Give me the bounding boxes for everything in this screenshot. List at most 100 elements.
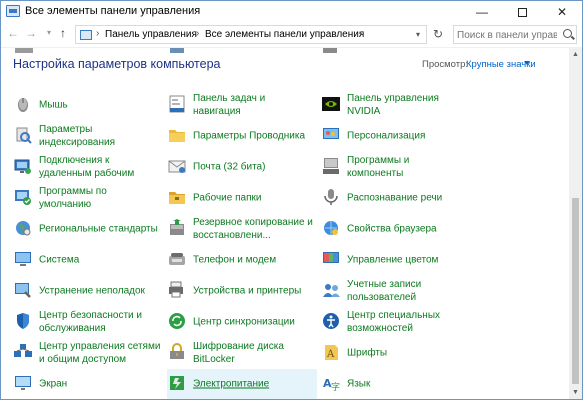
remote-desktop-icon [13, 156, 33, 176]
control-panel-item-label: Мышь [39, 99, 68, 111]
control-panel-item-label: Учетные записи пользователей [347, 279, 422, 303]
scroll-up-button[interactable]: ▲ [569, 48, 582, 61]
control-panel-item[interactable]: Параметры Проводника [167, 121, 317, 151]
control-panel-item[interactable]: Подключения к удаленным рабочим [13, 152, 161, 182]
close-button[interactable]: ✕ [542, 1, 582, 23]
control-panel-icon [80, 30, 92, 40]
system-icon [13, 249, 33, 269]
refresh-button[interactable]: ↻ [429, 25, 447, 44]
language-icon: A字 [321, 373, 341, 393]
bitlocker-icon [167, 342, 187, 362]
control-panel-item[interactable]: Персонализация [321, 121, 471, 151]
power-options-icon [167, 373, 187, 393]
control-panel-item-label: Рабочие папки [193, 192, 262, 204]
control-panel-item-label: Шифрование диска BitLocker [193, 341, 284, 365]
address-bar[interactable]: › Панель управления › Все элементы панел… [75, 25, 427, 44]
breadcrumb-control-panel[interactable]: Панель управления [105, 29, 197, 40]
control-panel-window: Все элементы панели управления — ✕ ← → ▾… [0, 0, 583, 400]
breadcrumb-separator[interactable]: › [359, 28, 362, 39]
address-dropdown-button[interactable]: ▾ [409, 25, 427, 44]
control-panel-item[interactable]: Электропитание [167, 369, 317, 399]
control-panel-item[interactable]: Свойства браузера [321, 214, 471, 244]
control-panel-item-label: Почта (32 бита) [193, 161, 266, 173]
scroll-down-button[interactable]: ▼ [569, 386, 582, 399]
view-by-dropdown-arrow-icon[interactable] [524, 61, 530, 65]
control-panel-item[interactable]: A Шрифты [321, 338, 471, 368]
control-panel-item[interactable]: Резервное копирование и восстановлени... [167, 214, 317, 244]
minimize-button[interactable]: — [462, 1, 502, 23]
forward-button[interactable]: → [23, 25, 39, 41]
speech-icon [321, 187, 341, 207]
control-panel-item[interactable]: Рабочие папки [167, 183, 317, 213]
breadcrumb-separator[interactable]: › [96, 28, 99, 39]
page-title: Настройка параметров компьютера [13, 57, 221, 71]
ease-of-access-icon [321, 311, 341, 331]
control-panel-item-label: Управление цветом [347, 254, 439, 266]
troubleshooting-icon [13, 280, 33, 300]
up-button[interactable]: ↑ [55, 25, 71, 41]
control-panel-item-label: Параметры Проводника [193, 130, 306, 142]
phone-modem-icon [167, 249, 187, 269]
control-panel-item[interactable]: Панель управления NVIDIA [321, 90, 471, 120]
control-panel-item[interactable]: Центр синхронизации [167, 307, 317, 337]
view-by-label: Просмотр: [422, 59, 469, 70]
control-panel-item[interactable]: Параметры индексирования [13, 121, 161, 151]
control-panel-item[interactable]: Панель задач и навигация [167, 90, 317, 120]
maximize-button[interactable] [502, 1, 542, 23]
control-panel-item[interactable]: A 字 Язык [321, 369, 471, 399]
navigation-bar: ← → ▾ ↑ › Панель управления › Все элемен… [1, 23, 582, 45]
search-icon[interactable] [563, 29, 572, 38]
control-panel-item-label: Система [39, 254, 80, 266]
breadcrumb-all-items[interactable]: Все элементы панели управления [205, 29, 364, 40]
fonts-icon: A [321, 342, 341, 362]
control-panel-item[interactable]: Экран [13, 369, 161, 399]
control-panel-item[interactable]: Центр специальных возможностей [321, 307, 471, 337]
control-panel-item[interactable]: Программы по умолчанию [13, 183, 161, 213]
control-panel-item[interactable]: Центр безопасности и обслуживания [13, 307, 161, 337]
content-pane: Настройка параметров компьютера Просмотр… [1, 48, 569, 399]
programs-features-icon [321, 156, 341, 176]
control-panel-item[interactable]: Почта (32 бита) [167, 152, 317, 182]
search-input[interactable] [457, 28, 557, 42]
control-panel-item-label: Язык [347, 378, 371, 390]
svg-text:字: 字 [331, 381, 340, 393]
control-panel-item[interactable]: Шифрование диска BitLocker [167, 338, 317, 368]
taskbar-icon [167, 94, 187, 114]
title-bar: Все элементы панели управления — ✕ [1, 1, 582, 23]
breadcrumb-separator[interactable]: › [196, 28, 199, 39]
control-panel-item[interactable]: Телефон и модем [167, 245, 317, 275]
mail-icon [167, 156, 187, 176]
control-panel-item[interactable]: Устранение неполадок [13, 276, 161, 306]
control-panel-item-label: Центр безопасности и обслуживания [39, 310, 142, 334]
control-panel-item[interactable]: Устройства и принтеры [167, 276, 317, 306]
back-button[interactable]: ← [5, 25, 21, 41]
search-box[interactable] [453, 25, 577, 44]
vertical-scrollbar[interactable]: ▲ ▼ [569, 48, 582, 399]
control-panel-item-label: Программы по умолчанию [39, 186, 107, 210]
control-panel-item[interactable]: Учетные записи пользователей [321, 276, 471, 306]
indexing-icon [13, 125, 33, 145]
window-title: Все элементы панели управления [25, 5, 201, 17]
control-panel-item[interactable]: Система [13, 245, 161, 275]
control-panel-item-label: Резервное копирование и восстановлени... [193, 217, 313, 241]
control-panel-item[interactable]: Управление цветом [321, 245, 471, 275]
control-panel-item-label: Региональные стандарты [39, 223, 158, 235]
control-panel-item[interactable]: Распознавание речи [321, 183, 471, 213]
control-panel-item-label: Распознавание речи [347, 192, 443, 204]
security-center-icon [13, 311, 33, 331]
control-panel-item[interactable]: Мышь [13, 90, 161, 120]
control-panel-item[interactable]: Программы и компоненты [321, 152, 471, 182]
control-panel-item[interactable]: Центр управления сетями и общим доступом [13, 338, 161, 368]
mouse-icon [13, 94, 33, 114]
control-panel-item-label: Программы и компоненты [347, 155, 410, 179]
control-panel-item-label: Персонализация [347, 130, 426, 142]
control-panel-item-label: Панель управления NVIDIA [347, 93, 439, 117]
nvidia-icon [321, 94, 341, 114]
scrollbar-thumb[interactable] [572, 198, 579, 384]
color-management-icon [321, 249, 341, 269]
backup-icon [167, 218, 187, 238]
control-panel-item[interactable]: Региональные стандарты [13, 214, 161, 244]
control-panel-item-label: Электропитание [193, 378, 270, 390]
partial-item-icon [323, 48, 337, 53]
region-icon [13, 218, 33, 238]
